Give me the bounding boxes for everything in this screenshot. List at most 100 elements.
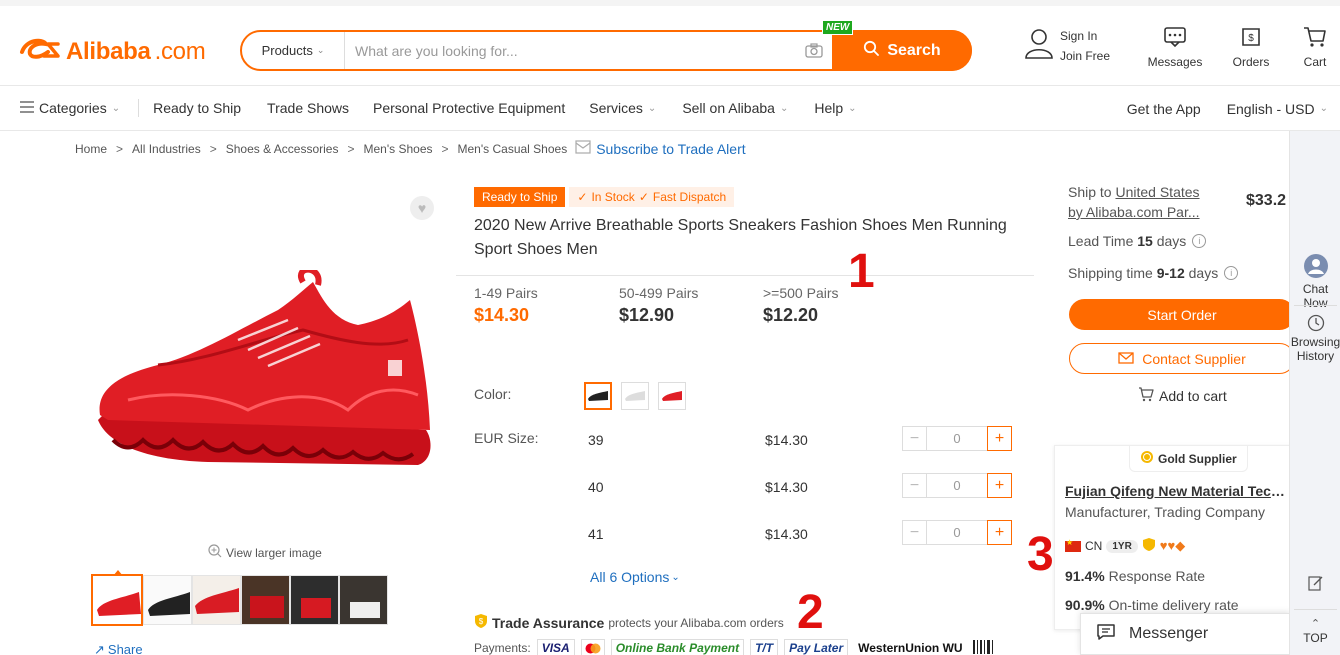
- get-app-link[interactable]: Get the App: [1127, 101, 1201, 117]
- increment-button[interactable]: +: [987, 473, 1012, 498]
- color-swatch-red[interactable]: [658, 382, 686, 410]
- supplier-badges: CN 1YR ♥♥◆: [1065, 537, 1185, 555]
- search-button[interactable]: NEW Search: [822, 20, 972, 71]
- messages-button[interactable]: Messages: [1138, 26, 1212, 69]
- thumbnail-4[interactable]: [241, 575, 290, 625]
- gold-medal-icon: [1140, 450, 1154, 467]
- decrement-button[interactable]: −: [902, 426, 927, 451]
- increment-button[interactable]: +: [987, 520, 1012, 545]
- search-input[interactable]: [345, 32, 796, 69]
- diamond-rating-icon: ♥♥◆: [1159, 538, 1186, 553]
- on-time-label: On-time delivery rate: [1108, 597, 1239, 613]
- product-main-image[interactable]: [88, 266, 438, 480]
- price-tier-2: 50-499 Pairs $12.90: [619, 285, 698, 326]
- nav-ready-to-ship[interactable]: Ready to Ship: [153, 100, 241, 116]
- svg-text:$: $: [479, 617, 484, 626]
- start-order-button[interactable]: Start Order: [1069, 299, 1295, 330]
- thumbnail-3[interactable]: [192, 575, 241, 625]
- trade-assurance-icon: $: [474, 613, 488, 632]
- breadcrumb-link[interactable]: Men's Casual Shoes: [458, 142, 568, 156]
- increment-button[interactable]: +: [987, 426, 1012, 451]
- join-free-link[interactable]: Join Free: [1060, 46, 1110, 66]
- nav-help[interactable]: Help ⌄: [814, 100, 856, 116]
- contact-supplier-button[interactable]: Contact Supplier: [1069, 343, 1295, 374]
- payments-label: Payments:: [474, 641, 531, 655]
- shipping-carrier-link[interactable]: by Alibaba.com Par...: [1068, 204, 1200, 220]
- all-options-link[interactable]: All 6 Options ⌄: [590, 569, 680, 585]
- thumbnail-5[interactable]: [290, 575, 339, 625]
- nav-sell-on-alibaba[interactable]: Sell on Alibaba ⌄: [682, 100, 788, 116]
- quantity-input[interactable]: 0: [927, 426, 987, 451]
- add-to-cart-button[interactable]: Add to cart: [1138, 387, 1227, 405]
- nav-trade-shows[interactable]: Trade Shows: [267, 100, 349, 116]
- thumbnail-1[interactable]: [91, 574, 143, 626]
- size-price: $14.30: [765, 479, 808, 495]
- side-rail: Chat Now Browsing History ⌃ TOP: [1289, 131, 1340, 655]
- alibaba-logo[interactable]: Alibaba .com: [18, 36, 206, 67]
- thumbnail-6[interactable]: [339, 575, 388, 625]
- language-label: English - USD: [1226, 100, 1315, 117]
- nav-services[interactable]: Services ⌄: [589, 100, 656, 116]
- thumbnail-2[interactable]: [143, 575, 192, 625]
- rail-divider: [1294, 609, 1337, 610]
- cart-icon: [1303, 26, 1327, 51]
- lead-time-unit: days: [1156, 233, 1187, 249]
- decrement-button[interactable]: −: [902, 473, 927, 498]
- search-bar: Products ⌄ NEW Search: [240, 20, 972, 71]
- view-larger-label: View larger image: [226, 545, 322, 560]
- breadcrumb-link[interactable]: Men's Shoes: [364, 142, 433, 156]
- back-to-top-button[interactable]: ⌃ TOP: [1290, 617, 1340, 645]
- size-price: $14.30: [765, 432, 808, 448]
- view-larger-image-link[interactable]: View larger image: [208, 544, 322, 561]
- decrement-button[interactable]: −: [902, 520, 927, 545]
- header: Alibaba.com Products ⌄ NEW Search Sign I…: [0, 0, 1340, 86]
- lead-time-label: Lead Time: [1068, 233, 1134, 249]
- info-icon[interactable]: i: [1192, 234, 1207, 248]
- thumbnail-strip: [91, 574, 388, 626]
- camera-icon[interactable]: [796, 43, 832, 58]
- color-swatch-white[interactable]: [621, 382, 649, 410]
- share-link[interactable]: ↗ Share: [94, 642, 143, 655]
- language-currency-select[interactable]: English - USD ⌄: [1227, 101, 1328, 117]
- user-icon: [1024, 27, 1054, 65]
- check-circle-icon: ✓: [638, 190, 649, 204]
- size-value: 41: [588, 526, 604, 542]
- categories-menu[interactable]: Categories ⌄: [20, 100, 120, 116]
- edit-icon: [1307, 575, 1324, 594]
- info-icon[interactable]: i: [1224, 266, 1239, 280]
- search-category-select[interactable]: Products ⌄: [242, 32, 345, 69]
- nav-label: Trade Shows: [267, 100, 350, 116]
- messenger-widget[interactable]: Messenger: [1080, 613, 1290, 655]
- breadcrumb-link[interactable]: All Industries: [132, 142, 201, 156]
- favorite-heart-icon[interactable]: ♥: [410, 196, 434, 220]
- visa-logo: VISA: [536, 639, 575, 655]
- cart-button[interactable]: Cart: [1290, 26, 1340, 69]
- tier-price: $12.90: [619, 305, 675, 325]
- chat-now-button[interactable]: Chat Now: [1290, 253, 1340, 310]
- breadcrumb-separator: >: [116, 141, 124, 156]
- browsing-history-button[interactable]: Browsing History: [1290, 314, 1340, 363]
- barcode-icon: [972, 639, 995, 655]
- mail-icon: [1118, 351, 1134, 367]
- account-menu[interactable]: Sign In Join Free: [1024, 26, 1134, 66]
- rail-divider: [1294, 305, 1337, 306]
- breadcrumb-separator: >: [441, 141, 449, 156]
- on-time-value: 90.9%: [1065, 597, 1105, 613]
- breadcrumb-link[interactable]: Home: [75, 142, 107, 156]
- subscribe-trade-alert-link[interactable]: Subscribe to Trade Alert: [575, 140, 746, 157]
- feedback-button[interactable]: [1290, 575, 1340, 594]
- quantity-input[interactable]: 0: [927, 520, 987, 545]
- breadcrumb-separator: >: [209, 141, 217, 156]
- categories-label: Categories: [39, 100, 107, 116]
- supplier-name-link[interactable]: Fujian Qifeng New Material Techn...: [1065, 483, 1291, 499]
- sign-in-link[interactable]: Sign In: [1060, 26, 1110, 46]
- messages-label: Messages: [1147, 55, 1203, 69]
- orders-button[interactable]: $ Orders: [1218, 26, 1284, 69]
- nav-right: Get the App English - USD ⌄: [1127, 86, 1328, 131]
- color-swatch-black[interactable]: [584, 382, 612, 410]
- breadcrumb-link[interactable]: Shoes & Accessories: [226, 142, 339, 156]
- ship-country-link[interactable]: United States: [1115, 184, 1199, 200]
- nav-ppe[interactable]: Personal Protective Equipment: [373, 100, 565, 116]
- nav-label: Ready to Ship: [153, 100, 242, 116]
- quantity-input[interactable]: 0: [927, 473, 987, 498]
